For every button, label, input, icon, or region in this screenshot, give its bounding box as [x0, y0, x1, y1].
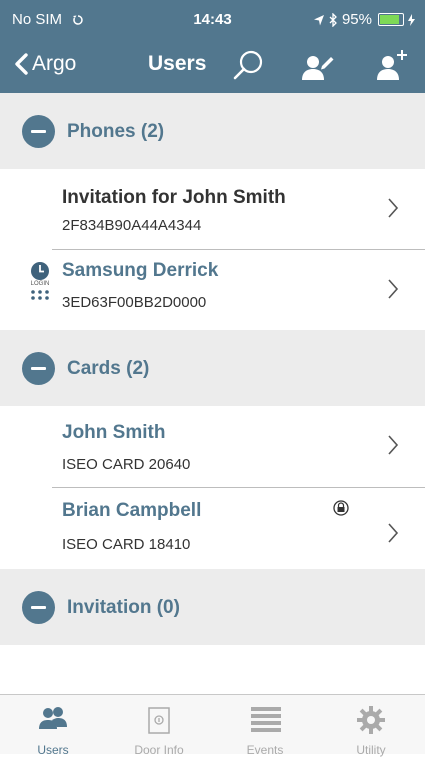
item-code: 3ED63F00BB2D0000	[62, 294, 207, 311]
chevron-right-icon	[388, 435, 399, 455]
clock-icon	[31, 262, 49, 280]
section-cards[interactable]: Cards (2)	[0, 330, 425, 406]
list-item[interactable]: John Smith ISEO CARD 20640	[0, 406, 425, 486]
section-header: Invitation (0)	[22, 591, 180, 624]
battery-fill	[380, 15, 399, 24]
login-badge: LOGIN	[30, 281, 50, 287]
tab-label: Users	[37, 743, 69, 757]
tab-label: Door Info	[134, 743, 184, 757]
section-invitation[interactable]: Invitation (0)	[0, 569, 425, 645]
status-bar: No SIM 14:43 95%	[0, 0, 425, 40]
tab-utility[interactable]: Utility	[318, 695, 424, 757]
users-icon	[39, 707, 67, 729]
door-icon	[148, 707, 170, 734]
list-item[interactable]: LOGIN Samsung Derrick 3ED63F00BB2D0000	[0, 250, 425, 330]
section-phones[interactable]: Phones (2)	[0, 93, 425, 169]
section-title: Cards (2)	[67, 357, 150, 379]
section-header: Phones (2)	[22, 115, 164, 148]
top-bar: No SIM 14:43 95% Argo Users	[0, 0, 425, 93]
page-title: Users	[148, 52, 207, 75]
item-code: ISEO CARD 20640	[62, 456, 191, 473]
location-icon	[313, 14, 324, 25]
back-label: Argo	[32, 52, 77, 75]
section-title: Phones (2)	[67, 120, 165, 142]
nav-bar: Argo Users	[0, 40, 425, 93]
minus-circle-icon[interactable]	[22, 352, 55, 385]
tab-events[interactable]: Events	[212, 695, 318, 757]
chevron-right-icon	[388, 523, 399, 543]
section-header: Cards (2)	[22, 352, 149, 385]
lock-icon	[333, 500, 349, 516]
chevron-right-icon	[388, 198, 399, 218]
back-button[interactable]: Argo	[14, 52, 76, 76]
charging-icon	[408, 13, 415, 26]
tab-users[interactable]: Users	[0, 695, 106, 757]
list-item[interactable]: Invitation for John Smith 2F834B90A44A43…	[0, 169, 425, 249]
item-code: 2F834B90A44A4344	[62, 217, 202, 234]
back-chevron-icon	[15, 53, 28, 75]
keypad-icon	[31, 290, 49, 300]
bluetooth-icon	[329, 12, 337, 27]
events-icon	[251, 707, 281, 732]
tab-label: Utility	[356, 743, 386, 757]
search-icon[interactable]	[232, 48, 266, 82]
item-name: Brian Campbell	[62, 500, 202, 521]
add-user-icon[interactable]	[375, 48, 411, 82]
item-code: ISEO CARD 18410	[62, 536, 191, 553]
list-item[interactable]: Brian Campbell ISEO CARD 18410	[0, 488, 425, 568]
gear-icon	[357, 706, 385, 734]
item-name: John Smith	[62, 422, 166, 443]
item-name: Samsung Derrick	[62, 260, 219, 281]
edit-user-icon[interactable]	[300, 48, 336, 82]
tab-door-info[interactable]: Door Info	[106, 695, 212, 757]
chevron-right-icon	[388, 279, 399, 299]
minus-circle-icon[interactable]	[22, 115, 55, 148]
battery-icon	[378, 13, 404, 26]
section-title: Invitation (0)	[67, 596, 180, 618]
item-name: Invitation for John Smith	[62, 187, 286, 208]
battery-percent: 95%	[341, 11, 372, 28]
status-right: 95%	[313, 11, 415, 28]
tab-label: Events	[246, 743, 284, 757]
tab-bar: Users Door Info Events Utility	[0, 694, 425, 757]
minus-circle-icon[interactable]	[22, 591, 55, 624]
